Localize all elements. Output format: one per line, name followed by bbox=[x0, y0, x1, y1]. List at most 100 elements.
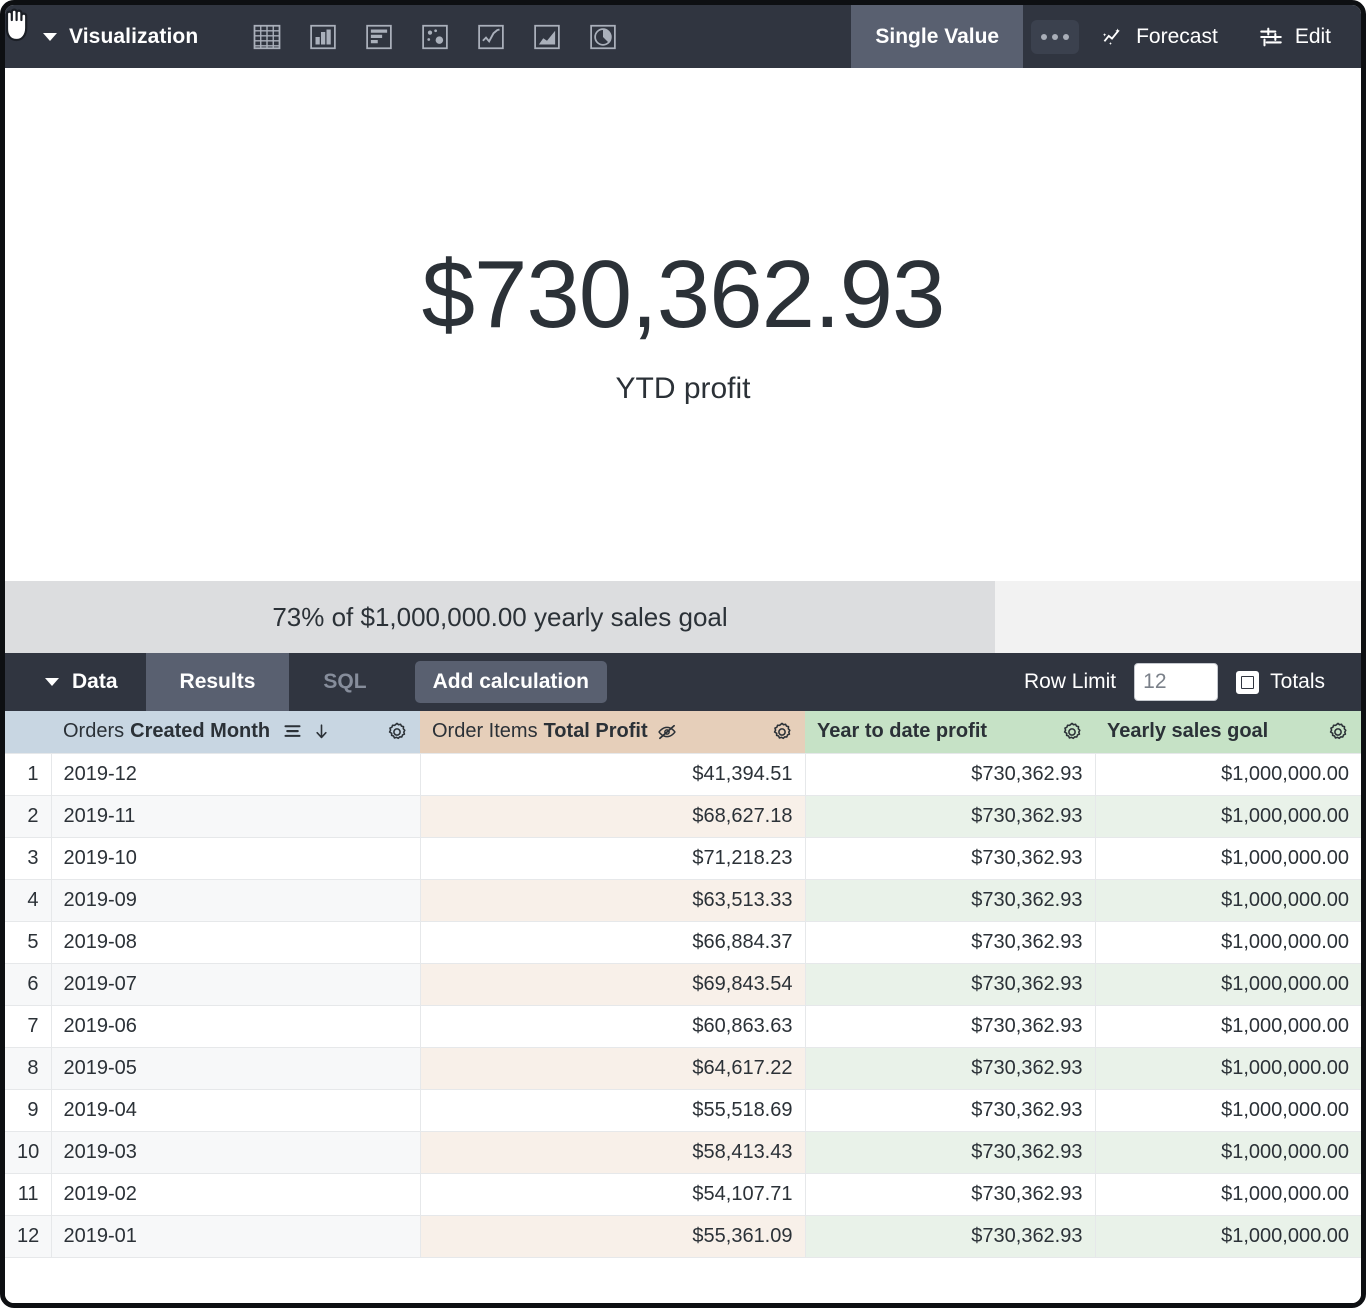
row-limit-label: Row Limit bbox=[1024, 670, 1116, 694]
column-settings-gear-icon[interactable] bbox=[1327, 721, 1349, 743]
table-viz-icon[interactable] bbox=[252, 22, 282, 52]
table-row[interactable]: 112019-02$54,107.71$730,362.93$1,000,000… bbox=[5, 1173, 1361, 1215]
data-section-toggle[interactable]: Data bbox=[5, 653, 146, 711]
table-row[interactable]: 32019-10$71,218.23$730,362.93$1,000,000.… bbox=[5, 837, 1361, 879]
add-calculation-button[interactable]: Add calculation bbox=[415, 661, 607, 703]
edit-button[interactable]: Edit bbox=[1238, 24, 1361, 50]
column-header-total-profit[interactable]: Order Items Total Profit bbox=[420, 711, 805, 753]
more-options-button[interactable] bbox=[1031, 20, 1079, 54]
table-row[interactable]: 12019-12$41,394.51$730,362.93$1,000,000.… bbox=[5, 753, 1361, 795]
progress-bar-label: 73% of $1,000,000.00 yearly sales goal bbox=[5, 602, 1361, 633]
bar-chart-viz-icon[interactable] bbox=[364, 22, 394, 52]
scatter-plot-viz-icon[interactable] bbox=[420, 22, 450, 52]
created-month-cell: 2019-10 bbox=[51, 837, 420, 879]
area-chart-viz-icon[interactable] bbox=[532, 22, 562, 52]
ytd-profit-cell: $730,362.93 bbox=[805, 1005, 1095, 1047]
column-settings-gear-icon[interactable] bbox=[1061, 721, 1083, 743]
progress-bar: 73% of $1,000,000.00 yearly sales goal bbox=[5, 581, 1361, 653]
sliders-icon bbox=[1258, 24, 1284, 50]
created-month-cell: 2019-06 bbox=[51, 1005, 420, 1047]
column-header-field: Total Profit bbox=[544, 720, 648, 743]
ytd-profit-cell: $730,362.93 bbox=[805, 963, 1095, 1005]
ytd-profit-cell: $730,362.93 bbox=[805, 921, 1095, 963]
created-month-cell: 2019-09 bbox=[51, 879, 420, 921]
table-row[interactable]: 82019-05$64,617.22$730,362.93$1,000,000.… bbox=[5, 1047, 1361, 1089]
yearly-goal-cell: $1,000,000.00 bbox=[1095, 753, 1361, 795]
single-value-title: YTD profit bbox=[615, 372, 750, 406]
table-row[interactable]: 22019-11$68,627.18$730,362.93$1,000,000.… bbox=[5, 795, 1361, 837]
total-profit-cell: $55,518.69 bbox=[420, 1089, 805, 1131]
yearly-goal-cell: $1,000,000.00 bbox=[1095, 1131, 1361, 1173]
ytd-profit-cell: $730,362.93 bbox=[805, 879, 1095, 921]
visualization-label: Visualization bbox=[69, 25, 198, 49]
column-settings-gear-icon[interactable] bbox=[386, 721, 408, 743]
table-row[interactable]: 52019-08$66,884.37$730,362.93$1,000,000.… bbox=[5, 921, 1361, 963]
column-header-year-to-date-profit[interactable]: Year to date profit bbox=[805, 711, 1095, 753]
tab-sql[interactable]: SQL bbox=[289, 653, 400, 711]
totals-label: Totals bbox=[1270, 670, 1325, 694]
column-header-field: Yearly sales goal bbox=[1107, 720, 1268, 743]
dot-icon bbox=[1052, 34, 1058, 40]
total-profit-cell: $64,617.22 bbox=[420, 1047, 805, 1089]
forecast-sparkle-icon bbox=[1099, 24, 1125, 50]
created-month-cell: 2019-07 bbox=[51, 963, 420, 1005]
yearly-goal-cell: $1,000,000.00 bbox=[1095, 963, 1361, 1005]
data-toolbar: Data Results SQL Add calculation Row Lim… bbox=[5, 653, 1361, 711]
yearly-goal-cell: $1,000,000.00 bbox=[1095, 1173, 1361, 1215]
row-number-header bbox=[5, 711, 51, 753]
row-number-cell: 5 bbox=[5, 921, 51, 963]
yearly-goal-cell: $1,000,000.00 bbox=[1095, 1215, 1361, 1257]
visualization-menu[interactable]: Visualization bbox=[5, 25, 198, 49]
line-chart-viz-icon[interactable] bbox=[476, 22, 506, 52]
table-row[interactable]: 42019-09$63,513.33$730,362.93$1,000,000.… bbox=[5, 879, 1361, 921]
hidden-from-visualization-eye-slash-icon[interactable] bbox=[656, 722, 678, 742]
totals-checkbox[interactable] bbox=[1236, 671, 1259, 694]
row-number-cell: 12 bbox=[5, 1215, 51, 1257]
column-header-yearly-sales-goal[interactable]: Yearly sales goal bbox=[1095, 711, 1361, 753]
table-row[interactable]: 62019-07$69,843.54$730,362.93$1,000,000.… bbox=[5, 963, 1361, 1005]
table-row[interactable]: 92019-04$55,518.69$730,362.93$1,000,000.… bbox=[5, 1089, 1361, 1131]
data-label: Data bbox=[72, 670, 118, 694]
table-row[interactable]: 102019-03$58,413.43$730,362.93$1,000,000… bbox=[5, 1131, 1361, 1173]
pie-chart-viz-icon[interactable] bbox=[588, 22, 618, 52]
single-value-number: $730,362.93 bbox=[422, 243, 945, 347]
forecast-label: Forecast bbox=[1136, 25, 1218, 49]
column-chart-viz-icon[interactable] bbox=[308, 22, 338, 52]
chevron-down-icon bbox=[45, 678, 59, 686]
column-header-field: Created Month bbox=[130, 720, 270, 743]
sort-indicator[interactable] bbox=[282, 721, 331, 742]
edit-label: Edit bbox=[1295, 25, 1331, 49]
column-settings-gear-icon[interactable] bbox=[771, 721, 793, 743]
row-number-cell: 3 bbox=[5, 837, 51, 879]
tab-results[interactable]: Results bbox=[146, 653, 290, 711]
group-rows-icon bbox=[282, 721, 303, 742]
total-profit-cell: $60,863.63 bbox=[420, 1005, 805, 1047]
sort-descending-arrow-icon bbox=[312, 721, 331, 742]
dot-icon bbox=[1041, 34, 1047, 40]
created-month-cell: 2019-03 bbox=[51, 1131, 420, 1173]
total-profit-cell: $71,218.23 bbox=[420, 837, 805, 879]
column-header-created-month[interactable]: Orders Created Month bbox=[51, 711, 420, 753]
row-number-cell: 10 bbox=[5, 1131, 51, 1173]
yearly-goal-cell: $1,000,000.00 bbox=[1095, 1005, 1361, 1047]
ytd-profit-cell: $730,362.93 bbox=[805, 1173, 1095, 1215]
active-visualization-chip[interactable]: Single Value bbox=[851, 5, 1023, 68]
yearly-goal-cell: $1,000,000.00 bbox=[1095, 879, 1361, 921]
row-number-cell: 7 bbox=[5, 1005, 51, 1047]
total-profit-cell: $41,394.51 bbox=[420, 753, 805, 795]
totals-checkbox-group[interactable]: Totals bbox=[1236, 670, 1325, 694]
chevron-down-icon bbox=[43, 33, 57, 41]
total-profit-cell: $69,843.54 bbox=[420, 963, 805, 1005]
row-number-cell: 6 bbox=[5, 963, 51, 1005]
table-row[interactable]: 72019-06$60,863.63$730,362.93$1,000,000.… bbox=[5, 1005, 1361, 1047]
row-number-cell: 4 bbox=[5, 879, 51, 921]
row-number-cell: 9 bbox=[5, 1089, 51, 1131]
row-number-cell: 2 bbox=[5, 795, 51, 837]
table-header-row: Orders Created Month bbox=[5, 711, 1361, 753]
row-number-cell: 11 bbox=[5, 1173, 51, 1215]
ytd-profit-cell: $730,362.93 bbox=[805, 753, 1095, 795]
row-limit-input[interactable] bbox=[1134, 663, 1218, 701]
forecast-button[interactable]: Forecast bbox=[1079, 24, 1238, 50]
created-month-cell: 2019-05 bbox=[51, 1047, 420, 1089]
table-row[interactable]: 122019-01$55,361.09$730,362.93$1,000,000… bbox=[5, 1215, 1361, 1257]
